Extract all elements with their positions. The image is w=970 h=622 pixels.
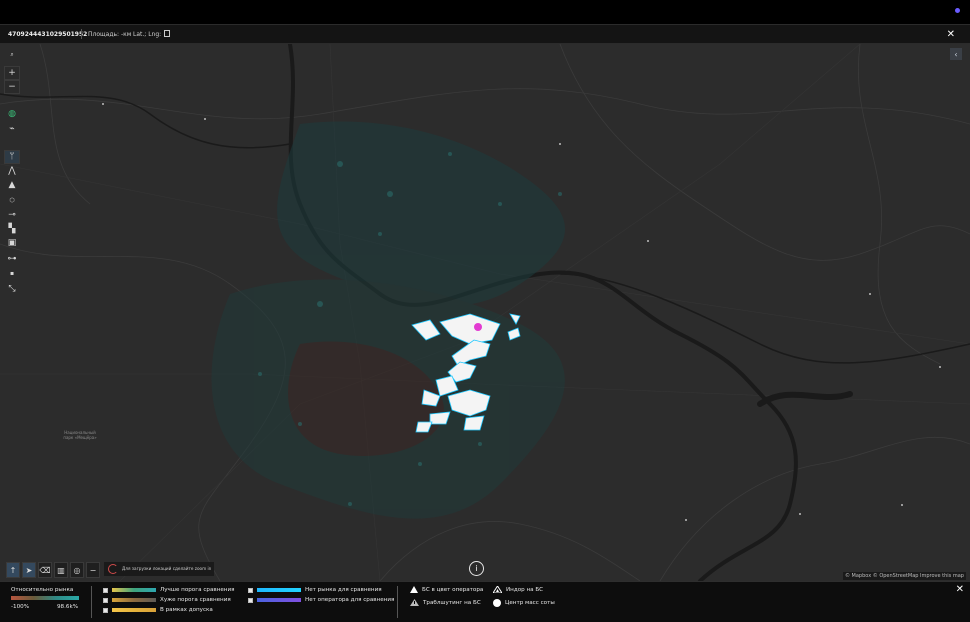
divider: [397, 586, 398, 618]
latlng-readout: Lat.; Lng:: [133, 31, 162, 38]
indoor-icon: [493, 586, 502, 593]
legend-label: Нет оператора для сравнения: [305, 597, 395, 603]
checkbox[interactable]: [103, 587, 108, 593]
pointer-icon[interactable]: ➤: [22, 562, 36, 578]
toggle-icon[interactable]: ⊶: [4, 252, 20, 266]
cell-icon[interactable]: ⬡: [4, 193, 20, 207]
legend-bar: [257, 598, 301, 602]
legend-item[interactable]: Нет рынка для сравнения: [248, 587, 382, 593]
checkbox[interactable]: [103, 597, 108, 603]
legend-label: Нет рынка для сравнения: [305, 587, 382, 593]
checkbox[interactable]: [248, 587, 253, 593]
legend-gradient: [11, 596, 79, 600]
zoom-in-button[interactable]: +: [4, 66, 20, 80]
map-layer: [0, 44, 970, 581]
legend-item[interactable]: Лучше порога сравнения: [103, 587, 234, 593]
search-icon[interactable]: ⌕: [4, 48, 20, 62]
legend-symbol: Индор на БС: [493, 586, 543, 593]
bs-operator-icon: [410, 586, 418, 593]
legend-bar: [112, 608, 156, 612]
legend-label: Индор на БС: [506, 586, 544, 593]
checkbox[interactable]: [103, 607, 108, 613]
legend-title: Относительно рынка: [11, 587, 74, 593]
legend-label: Лучше порога сравнения: [160, 587, 235, 593]
signal-icon[interactable]: ⋀: [4, 164, 20, 178]
compass-icon[interactable]: ◎: [70, 562, 84, 578]
legend-panel: Относительно рынка -100% 98.6k% Лучше по…: [0, 581, 970, 622]
legend-max: 98.6k%: [57, 604, 79, 610]
legend-label: Хуже порога сравнения: [160, 597, 231, 603]
divider: [91, 586, 92, 618]
troubleshoot-icon: [410, 599, 419, 606]
bar-chart-icon[interactable]: ▥: [54, 562, 68, 578]
legend-bar: [112, 598, 156, 602]
cell-id: 4709244431029501952: [8, 31, 88, 38]
location-pin-icon[interactable]: ◍: [4, 107, 20, 121]
legend-label: БС в цвет оператора: [422, 586, 484, 593]
legend-label: Центр масс соты: [505, 600, 555, 606]
legend-label: В рамках допуска: [160, 607, 213, 613]
checker-icon[interactable]: ▚: [4, 222, 20, 236]
ruler-icon[interactable]: ⌁: [4, 122, 20, 136]
legend-bar: [257, 588, 301, 592]
legend-item[interactable]: В рамках допуска: [103, 607, 213, 613]
legend-symbol: Центр масс соты: [493, 599, 555, 607]
info-icon[interactable]: i: [469, 561, 484, 576]
eraser-icon[interactable]: ⌫: [38, 562, 52, 578]
tower-icon[interactable]: ᛘ: [4, 150, 20, 164]
status-dot-icon: [955, 8, 960, 13]
zoom-hint-text: Для загрузки локаций сделайте zoom in: [122, 566, 212, 571]
key-icon[interactable]: ⊸: [4, 208, 20, 222]
area-readout: Площадь: -км: [88, 31, 132, 38]
close-legend-icon[interactable]: ✕: [956, 584, 964, 595]
divider: [81, 29, 82, 39]
legend-label: Траблшутинг на БС: [423, 599, 481, 606]
legend-item[interactable]: Хуже порога сравнения: [103, 597, 231, 603]
checkbox[interactable]: [248, 597, 253, 603]
minus-icon[interactable]: −: [86, 562, 100, 578]
grid-icon[interactable]: ▣: [4, 236, 20, 250]
zoom-hint: Для загрузки локаций сделайте zoom in: [104, 562, 214, 576]
collapse-panel-button[interactable]: ‹: [950, 48, 962, 60]
arrow-up-icon[interactable]: ↑: [6, 562, 20, 578]
loading-spinner-icon: [108, 564, 118, 574]
info-bar: 4709244431029501952 Площадь: -км Lat.; L…: [0, 24, 970, 44]
map-attribution[interactable]: © Mapbox © OpenStreetMap Improve this ma…: [842, 572, 966, 580]
close-icon[interactable]: ✕: [947, 29, 955, 40]
route-icon[interactable]: ⤡: [4, 282, 20, 296]
place-label: Национальный парк «Мещёра»: [58, 430, 102, 440]
legend-symbol: Траблшутинг на БС: [410, 599, 481, 606]
warning-icon[interactable]: ▲: [4, 178, 20, 192]
place-label-line2: парк «Мещёра»: [63, 435, 97, 440]
legend-item[interactable]: Нет оператора для сравнения: [248, 597, 394, 603]
bottom-toolbar: ↑ ➤ ⌫ ▥ ◎ −: [6, 562, 100, 578]
zoom-out-button[interactable]: −: [4, 80, 20, 94]
cell-center-icon: [493, 599, 501, 607]
legend-min: -100%: [11, 604, 30, 610]
legend-bar: [112, 588, 156, 592]
layer-icon[interactable]: ▪: [4, 266, 20, 280]
map-canvas[interactable]: Национальный парк «Мещёра»: [0, 44, 970, 581]
copy-icon[interactable]: [164, 30, 170, 37]
legend-symbol: БС в цвет оператора: [410, 586, 483, 593]
top-strip: [0, 0, 970, 24]
